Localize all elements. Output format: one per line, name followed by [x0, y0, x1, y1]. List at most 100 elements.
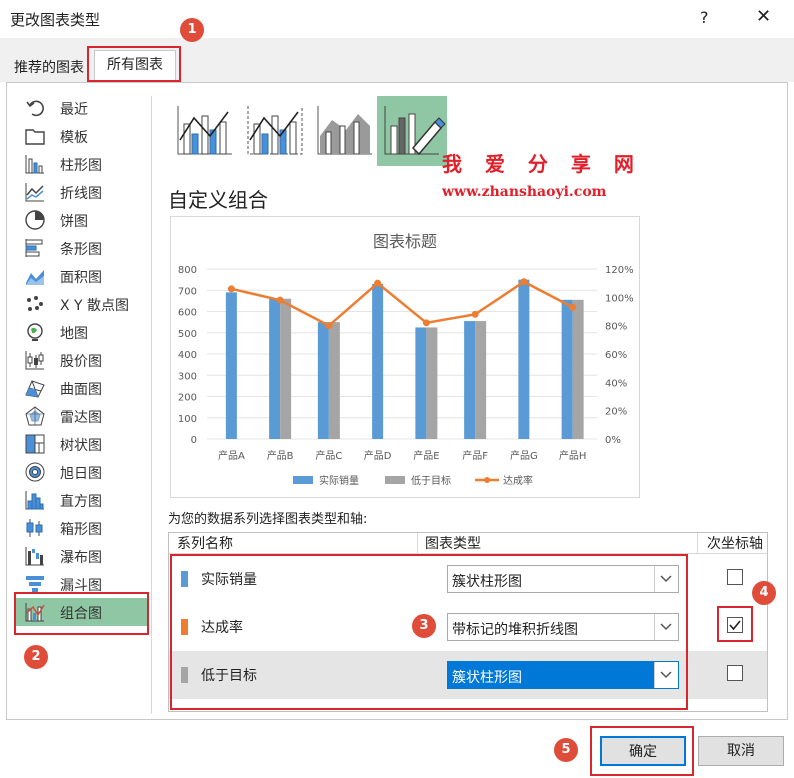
nav-label: 瀑布图	[60, 550, 102, 566]
x-tick-label: 产品A	[218, 449, 245, 462]
nav-label: 饼图	[60, 214, 88, 230]
nav-label: 地图	[60, 326, 88, 342]
bar	[464, 321, 476, 439]
bar-chart-icon	[24, 237, 46, 259]
header-chart-type: 图表类型	[425, 536, 481, 552]
bar	[328, 322, 340, 439]
secondary-axis-checkbox[interactable]	[727, 665, 743, 681]
nav-label: 曲面图	[60, 382, 102, 398]
subtype-custom-combination[interactable]	[377, 96, 447, 166]
subtype-clustered-column-line[interactable]	[170, 96, 240, 166]
bar	[572, 299, 584, 439]
waterfall-chart-icon	[24, 545, 46, 567]
annotation-badge: 3	[412, 614, 436, 638]
annotation-badge: 2	[24, 645, 48, 669]
dialog-title: 更改图表类型	[10, 11, 101, 29]
legend-label: 实际销量	[319, 474, 359, 487]
watermark-title: 我 爱 分 享 网	[442, 152, 642, 176]
header-col-divider	[417, 533, 418, 553]
pie-chart-icon	[24, 209, 46, 231]
x-tick-label: 产品C	[315, 449, 342, 462]
line-point	[569, 303, 577, 311]
nav-label: 柱形图	[60, 158, 102, 174]
secondary-axis-checkbox[interactable]	[727, 569, 743, 585]
legend-marker	[484, 477, 490, 483]
bar	[475, 321, 487, 439]
tab-recommended-charts[interactable]: 推荐的图表	[14, 57, 84, 77]
nav-item-waterfall[interactable]: 瀑布图	[14, 542, 148, 570]
treemap-chart-icon	[24, 433, 46, 455]
annotation-box-tab	[87, 46, 181, 82]
annotation-badge: 1	[180, 18, 204, 42]
stock-chart-icon	[24, 349, 46, 371]
nav-separator	[151, 96, 152, 714]
nav-item-area[interactable]: 面积图	[14, 262, 148, 290]
title-bar	[0, 0, 794, 38]
y-tick-label: 400	[178, 350, 197, 361]
line-point	[520, 278, 528, 286]
nav-item-template[interactable]: 模板	[14, 122, 148, 150]
surface-chart-icon	[24, 377, 46, 399]
nav-item-map[interactable]: 地图	[14, 318, 148, 346]
nav-label: 条形图	[60, 242, 102, 258]
help-button[interactable]: ?	[700, 8, 709, 27]
nav-item-recent[interactable]: 最近	[14, 94, 148, 122]
annotation-box-checkbox	[717, 606, 753, 642]
y2-tick-label: 20%	[605, 407, 627, 418]
clustered-column-line-icon	[177, 106, 232, 155]
legend-swatch	[293, 476, 313, 484]
nav-label: X Y 散点图	[60, 298, 130, 314]
nav-label: 模板	[60, 130, 88, 146]
nav-item-pie[interactable]: 饼图	[14, 206, 148, 234]
nav-item-stock[interactable]: 股价图	[14, 346, 148, 374]
y-tick-label: 800	[178, 265, 197, 276]
y2-tick-label: 100%	[605, 293, 634, 304]
nav-label: 树状图	[60, 438, 102, 454]
recent-icon	[24, 97, 46, 119]
nav-item-surface[interactable]: 曲面图	[14, 374, 148, 402]
template-icon	[24, 125, 46, 147]
nav-item-box-whisker[interactable]: 箱形图	[14, 514, 148, 542]
legend-label: 低于目标	[411, 474, 451, 487]
nav-item-column[interactable]: 柱形图	[14, 150, 148, 178]
line-point	[276, 296, 284, 304]
bar	[518, 279, 530, 439]
line-chart-icon	[24, 181, 46, 203]
nav-label: 股价图	[60, 354, 102, 370]
legend-swatch	[385, 476, 405, 484]
x-tick-label: 产品H	[559, 449, 587, 462]
y2-tick-label: 80%	[605, 322, 627, 333]
nav-label: 箱形图	[60, 522, 102, 538]
combo-heading: 自定义组合	[168, 188, 268, 212]
nav-item-sunburst[interactable]: 旭日图	[14, 458, 148, 486]
nav-item-histogram[interactable]: 直方图	[14, 486, 148, 514]
nav-item-treemap[interactable]: 树状图	[14, 430, 148, 458]
nav-item-radar[interactable]: 雷达图	[14, 402, 148, 430]
header-secondary-axis: 次坐标轴	[707, 536, 763, 552]
x-tick-label: 产品F	[462, 449, 488, 462]
subtype-clustered-column-line-secondary[interactable]	[240, 96, 310, 166]
subtype-stacked-area-clustered-column[interactable]	[310, 96, 380, 166]
y-tick-label: 700	[178, 286, 197, 297]
y2-tick-label: 120%	[605, 265, 634, 276]
bar	[561, 299, 573, 439]
nav-item-scatter[interactable]: X Y 散点图	[14, 290, 148, 318]
header-col-divider	[697, 533, 698, 553]
box-whisker-chart-icon	[24, 517, 46, 539]
y-tick-label: 600	[178, 308, 197, 319]
line-point	[325, 322, 333, 330]
close-button[interactable]: ✕	[756, 6, 771, 27]
nav-item-line[interactable]: 折线图	[14, 178, 148, 206]
nav-item-bar[interactable]: 条形图	[14, 234, 148, 262]
x-tick-label: 产品B	[267, 449, 294, 462]
nav-label: 折线图	[60, 186, 102, 202]
nav-label: 旭日图	[60, 466, 102, 482]
y-tick-label: 0	[191, 435, 197, 446]
y-tick-label: 200	[178, 393, 197, 404]
x-tick-label: 产品D	[364, 449, 392, 462]
y2-tick-label: 40%	[605, 378, 627, 389]
histogram-chart-icon	[24, 489, 46, 511]
y2-tick-label: 0%	[605, 435, 621, 446]
nav-label: 面积图	[60, 270, 102, 286]
cancel-button[interactable]: 取消	[698, 736, 784, 766]
